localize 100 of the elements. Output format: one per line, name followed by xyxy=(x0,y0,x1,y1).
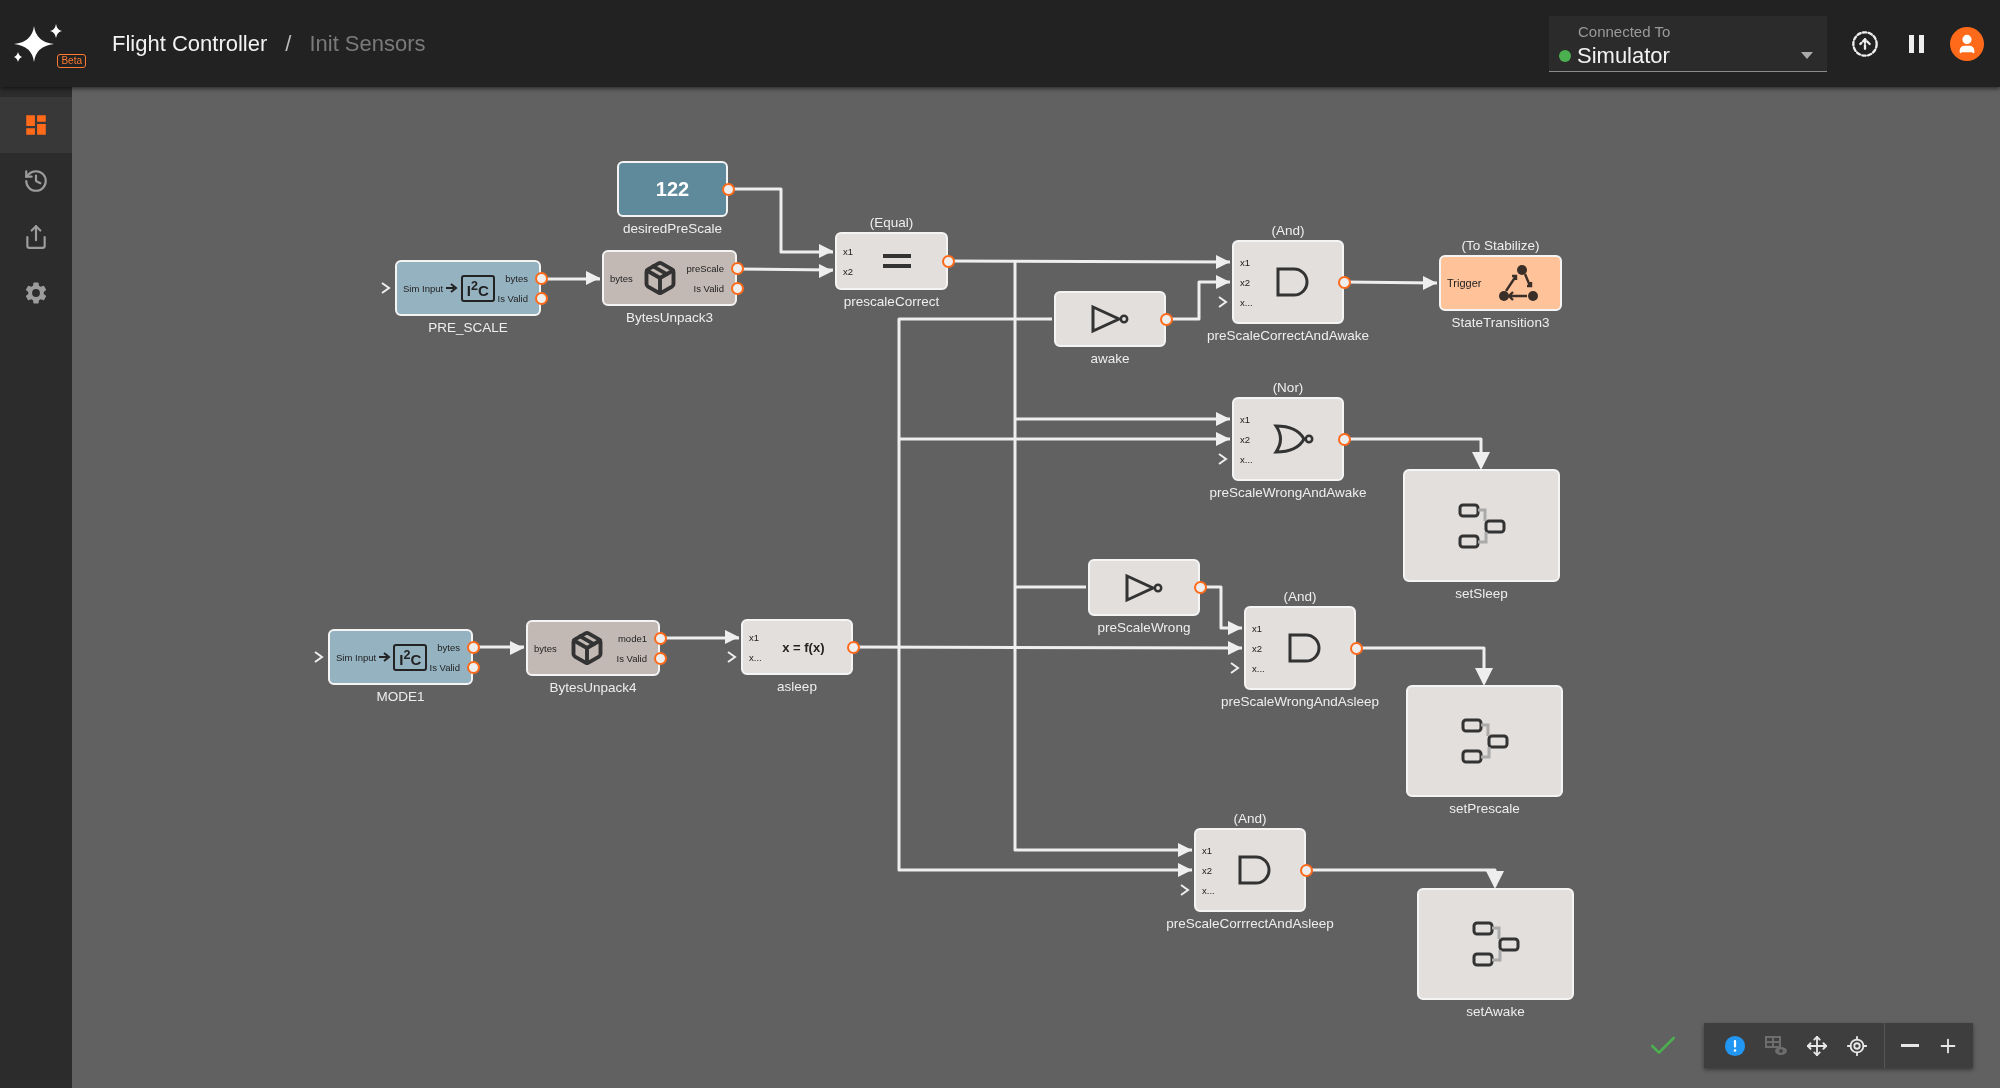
alert-icon xyxy=(1724,1034,1746,1057)
move-icon xyxy=(1806,1034,1828,1057)
state-machine-icon xyxy=(1456,501,1507,550)
input-arrowhead-icon xyxy=(1216,412,1230,426)
input-chevron-icon xyxy=(1218,296,1228,308)
state-machine-icon xyxy=(1459,717,1510,765)
not-gate-icon xyxy=(1123,571,1165,604)
not-gate-icon xyxy=(1089,303,1131,335)
input-arrowhead-icon xyxy=(725,630,739,644)
i2c-input-node[interactable]: Sim Input I$^{2}$C bytes Is Valid xyxy=(395,260,541,316)
input-port-label: x1 xyxy=(749,631,760,643)
input-port-label: x2 xyxy=(1252,642,1263,654)
input-port-label: x... xyxy=(1240,453,1253,465)
connection-select[interactable]: Connected To Simulator xyxy=(1549,15,1827,72)
input-arrowhead-icon xyxy=(819,264,833,278)
i2c-badge: I$^{2}$C xyxy=(460,274,495,302)
constant-value: 122 xyxy=(655,177,690,201)
node-name: StateTransition3 xyxy=(1451,315,1550,330)
equal-node[interactable]: x1 x2 xyxy=(835,232,948,290)
input-arrowhead-icon xyxy=(1216,275,1230,289)
breadcrumb-current: Init Sensors xyxy=(309,30,426,57)
not-gate-node[interactable] xyxy=(1054,291,1166,347)
node-name: preScaleWrong xyxy=(1097,620,1191,635)
input-arrowhead-icon xyxy=(819,244,833,258)
input-port-label: x1 xyxy=(1240,413,1251,425)
nor-gate-node[interactable]: x1 x2 x... xyxy=(1232,397,1344,481)
node-name: awake xyxy=(1090,351,1130,366)
function-expression: x = f(x) xyxy=(782,639,825,655)
node-name: BytesUnpack3 xyxy=(626,310,713,325)
input-chevron-icon xyxy=(314,651,324,663)
node-name: preScaleCorrectAndAwake xyxy=(1207,328,1369,343)
state-node[interactable] xyxy=(1417,888,1574,1000)
node-name: BytesUnpack4 xyxy=(549,680,637,695)
node-name: asleep xyxy=(777,679,817,694)
function-node[interactable]: x1 x... x = f(x) xyxy=(741,619,853,675)
state-transition-node[interactable]: Trigger xyxy=(1439,255,1562,311)
node-name: preScaleWrongAndAsleep xyxy=(1220,694,1380,709)
input-arrowhead-icon xyxy=(1216,432,1230,446)
node-type-label: (And) xyxy=(1283,589,1317,604)
and-gate-node[interactable]: x1 x2 x... xyxy=(1244,606,1356,690)
input-arrowhead-icon xyxy=(1228,621,1242,635)
state-node[interactable] xyxy=(1403,469,1560,582)
equal-sign-icon xyxy=(882,252,911,270)
input-port-label: x... xyxy=(749,651,762,663)
input-arrowhead-icon xyxy=(1178,863,1192,877)
breadcrumb-link[interactable]: Flight Controller xyxy=(112,30,268,57)
locate-icon xyxy=(1846,1034,1868,1057)
bytes-unpack-node[interactable]: bytes mode1 Is Valid xyxy=(526,620,660,676)
zoom-out-icon xyxy=(1901,1044,1919,1047)
input-port-label: x1 xyxy=(1240,256,1251,268)
input-port-label: Sim Input xyxy=(336,651,377,663)
input-arrowhead-icon xyxy=(1216,255,1230,269)
node-name: preScaleCorrrectAndAsleep xyxy=(1166,916,1334,931)
input-port-label: bytes xyxy=(534,642,557,654)
bytes-unpack-node[interactable]: bytes preScale Is Valid xyxy=(602,250,737,306)
state-node[interactable] xyxy=(1406,685,1563,797)
node-name: setSleep xyxy=(1455,586,1508,601)
constant-node[interactable]: 122 xyxy=(617,161,728,217)
node-name: prescaleCorrect xyxy=(843,294,940,309)
input-port-label: Sim Input xyxy=(403,282,444,294)
input-port-label: x2 xyxy=(1240,276,1251,288)
input-port-label: x1 xyxy=(1202,844,1213,856)
input-arrowhead-icon xyxy=(1423,276,1437,290)
breadcrumb-separator: / xyxy=(285,30,292,57)
output-port-label: bytes xyxy=(505,272,528,284)
input-arrowhead-icon xyxy=(1228,641,1242,655)
history-icon xyxy=(23,168,49,194)
i2c-badge: I$^{2}$C xyxy=(393,643,428,671)
input-port-label: x2 xyxy=(1202,864,1213,876)
input-arrowhead-icon xyxy=(510,641,524,655)
input-port-label: x... xyxy=(1252,662,1265,674)
beta-badge: Beta xyxy=(57,53,86,68)
input-port-label: bytes xyxy=(610,272,633,284)
node-name: PRE_SCALE xyxy=(428,320,508,335)
input-chevron-icon xyxy=(1230,662,1240,674)
output-port-label: bytes xyxy=(437,641,460,653)
input-port-label: x2 xyxy=(1240,433,1251,445)
share-icon xyxy=(23,224,49,250)
output-port-label: Is Valid xyxy=(497,292,528,304)
output-port-label: preScale xyxy=(686,262,724,274)
caret-icon xyxy=(1801,52,1813,60)
arrow-icon xyxy=(379,652,392,662)
and-gate-node[interactable]: x1 x2 x... xyxy=(1232,240,1344,324)
input-port-label: x... xyxy=(1240,296,1253,308)
account-button[interactable] xyxy=(1950,26,1984,61)
node-name: MODE1 xyxy=(376,689,425,704)
i2c-input-node[interactable]: Sim Input I$^{2}$C bytes Is Valid xyxy=(328,629,473,685)
input-port-label: x1 xyxy=(843,245,854,257)
pause-icon xyxy=(1909,34,1924,53)
node-type-label: (Nor) xyxy=(1272,380,1304,395)
not-gate-node[interactable] xyxy=(1088,559,1200,616)
output-port-label: Is Valid xyxy=(693,282,724,294)
node-name: desiredPreScale xyxy=(622,221,723,236)
input-chevron-icon xyxy=(727,651,737,663)
node-type-label: (And) xyxy=(1271,223,1305,238)
input-arrowhead-icon xyxy=(586,271,600,285)
nor-gate-icon xyxy=(1273,422,1316,456)
table-eye-icon xyxy=(1764,1034,1788,1057)
sidebar-item[interactable] xyxy=(0,97,72,153)
and-gate-node[interactable]: x1 x2 x... xyxy=(1194,828,1306,912)
